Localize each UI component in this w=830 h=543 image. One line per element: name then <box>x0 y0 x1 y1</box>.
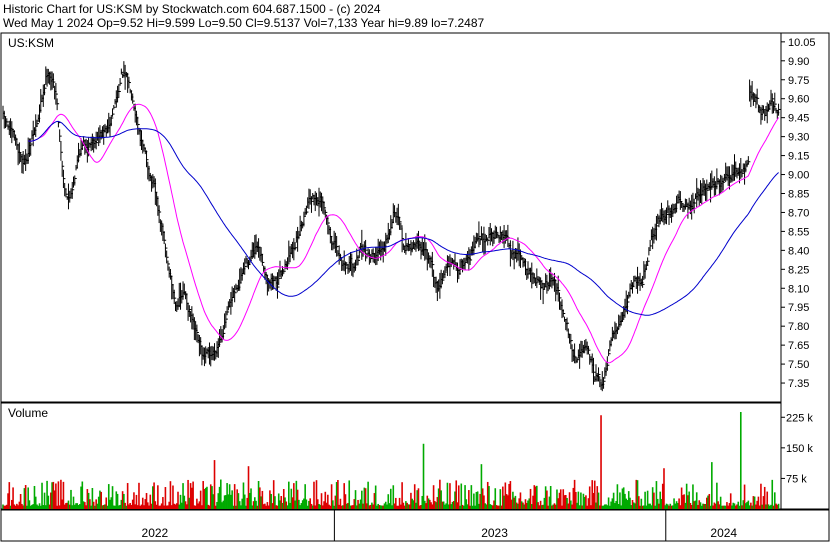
price-tick-label: 9.90 <box>788 56 809 68</box>
price-tick-label: 9.60 <box>788 94 809 106</box>
price-tick-label: 9.15 <box>788 151 809 163</box>
price-tick-label: 8.70 <box>788 207 809 219</box>
year-label: 2024 <box>710 526 737 540</box>
chart-header-line2: Wed May 1 2024 Op=9.52 Hi=9.599 Lo=9.50 … <box>3 16 484 30</box>
price-tick-label: 9.75 <box>788 75 809 87</box>
chart-header-line1: Historic Chart for US:KSM by Stockwatch.… <box>3 2 381 16</box>
year-label: 2022 <box>142 526 169 540</box>
price-tick-label: 8.40 <box>788 245 809 257</box>
year-label: 2023 <box>481 526 508 540</box>
price-tick-label: 9.00 <box>788 170 809 182</box>
price-tick-label: 8.55 <box>788 226 809 238</box>
volume-tick-label: 225 k <box>786 412 813 424</box>
price-tick-label: 7.80 <box>788 321 809 333</box>
price-tick-label: 7.35 <box>788 378 809 390</box>
stock-chart: Historic Chart for US:KSM by Stockwatch.… <box>0 0 830 543</box>
price-tick-label: 7.65 <box>788 340 809 352</box>
price-tick-label: 8.10 <box>788 283 809 295</box>
price-tick-label: 8.85 <box>788 188 809 200</box>
symbol-label: US:KSM <box>8 36 54 50</box>
price-tick-label: 9.45 <box>788 113 809 125</box>
price-tick-label: 9.30 <box>788 132 809 144</box>
volume-tick-label: 150 k <box>786 443 813 455</box>
price-tick-label: 8.25 <box>788 264 809 276</box>
price-tick-label: 7.95 <box>788 302 809 314</box>
price-tick-label: 10.05 <box>788 37 816 49</box>
volume-label: Volume <box>8 406 48 420</box>
chart-background <box>0 0 830 543</box>
volume-tick-label: 75 k <box>786 473 807 485</box>
price-tick-label: 7.50 <box>788 359 809 371</box>
